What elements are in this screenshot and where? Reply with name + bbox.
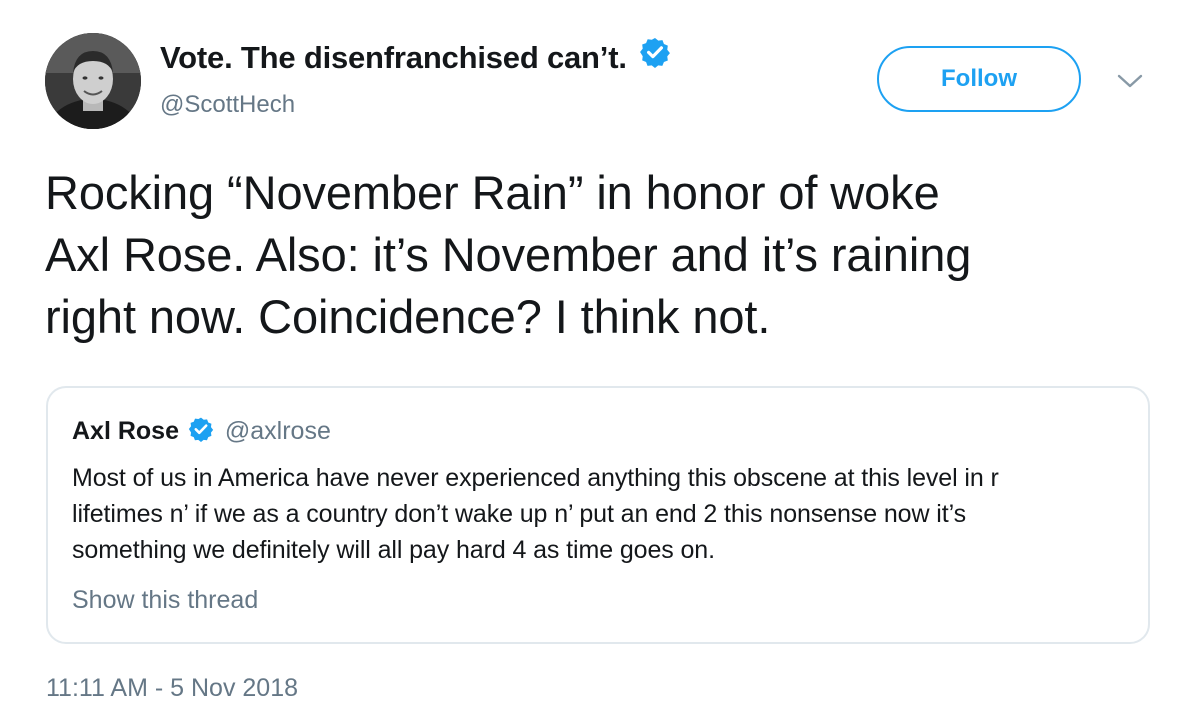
- verified-badge-icon: [639, 36, 671, 76]
- quoted-text-line: Most of us in America have never experie…: [72, 464, 999, 492]
- quoted-tweet-text: Most of us in America have never experie…: [72, 460, 1132, 568]
- author-display-name[interactable]: Vote. The disenfranchised can’t.: [160, 38, 671, 80]
- avatar-photo: [45, 33, 141, 129]
- tweet-text: Rocking “November Rain” in honor of woke…: [45, 162, 1175, 348]
- tweet-text-line: right now. Coincidence? I think not.: [45, 290, 771, 343]
- chevron-down-icon[interactable]: [1117, 73, 1143, 89]
- author-name-text: Vote. The disenfranchised can’t.: [160, 40, 627, 76]
- tweet-timestamp[interactable]: 11:11 AM - 5 Nov 2018: [46, 674, 298, 703]
- author-handle[interactable]: @ScottHech: [160, 91, 295, 119]
- quoted-author-name: Axl Rose: [72, 417, 179, 445]
- tweet-text-line: Rocking “November Rain” in honor of woke: [45, 166, 940, 219]
- follow-button[interactable]: Follow: [877, 46, 1081, 112]
- avatar[interactable]: [45, 33, 141, 129]
- quoted-tweet-card[interactable]: Axl Rose @axlrose Most of us in America …: [46, 386, 1150, 644]
- quoted-text-line: something we definitely will all pay har…: [72, 536, 715, 564]
- quoted-tweet-header: Axl Rose @axlrose: [72, 416, 331, 447]
- show-thread-link[interactable]: Show this thread: [72, 586, 258, 615]
- quoted-text-line: lifetimes n’ if we as a country don’t wa…: [72, 500, 966, 528]
- tweet-text-line: Axl Rose. Also: it’s November and it’s r…: [45, 228, 972, 281]
- quoted-author-handle: @axlrose: [224, 417, 331, 445]
- verified-badge-icon: [188, 416, 214, 447]
